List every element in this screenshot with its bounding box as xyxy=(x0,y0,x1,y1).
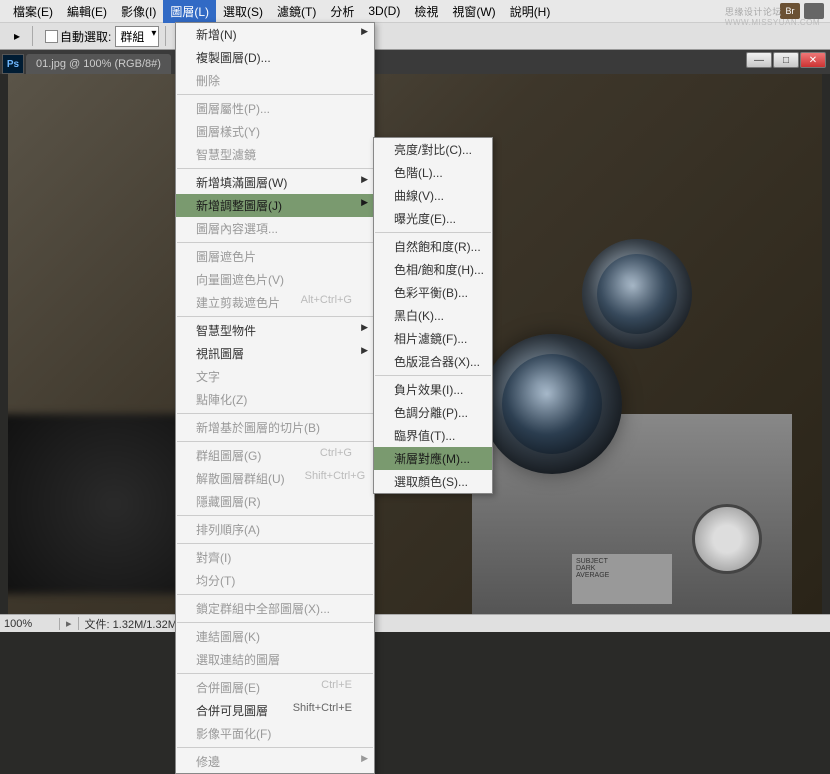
menu-edit[interactable]: 編輯(E) xyxy=(60,0,114,23)
menu-item[interactable]: 複製圖層(D)... xyxy=(176,46,374,69)
maximize-button[interactable]: □ xyxy=(773,52,799,68)
menu-item[interactable]: 曝光度(E)... xyxy=(374,207,492,230)
menu-item: 解散圖層群組(U)Shift+Ctrl+G xyxy=(176,467,374,490)
menu-item: 點陣化(Z) xyxy=(176,388,374,411)
menu-help[interactable]: 說明(H) xyxy=(503,0,558,23)
menu-window[interactable]: 視窗(W) xyxy=(445,0,502,23)
watermark: 思缘设计论坛 WWW.MISSYUAN.COM xyxy=(725,5,820,27)
auto-select-checkbox[interactable]: 自動選取: xyxy=(45,28,111,45)
document-tabbar: Ps 01.jpg @ 100% (RGB/8#) xyxy=(0,50,830,74)
auto-select-dropdown[interactable]: 群組 xyxy=(115,26,159,47)
menubar: 檔案(E) 編輯(E) 影像(I) 圖層(L) 選取(S) 濾鏡(T) 分析 3… xyxy=(0,0,830,22)
file-size-label: 文件: 1.32M/1.32M xyxy=(79,616,183,632)
menu-item: 影像平面化(F) xyxy=(176,722,374,745)
plate-line3: AVERAGE xyxy=(576,572,668,579)
menu-item: 均分(T) xyxy=(176,569,374,592)
menu-item: 圖層遮色片 xyxy=(176,245,374,268)
menu-item: 建立剪裁遮色片Alt+Ctrl+G xyxy=(176,291,374,314)
menu-item: 連結圖層(K) xyxy=(176,625,374,648)
plate-line2: DARK xyxy=(576,565,668,572)
zoom-field[interactable]: 100% xyxy=(0,618,60,630)
watermark-url: WWW.MISSYUAN.COM xyxy=(725,18,820,27)
status-icon[interactable]: ▸ xyxy=(60,617,79,630)
menu-3d[interactable]: 3D(D) xyxy=(361,1,407,21)
menu-item: 向量圖遮色片(V) xyxy=(176,268,374,291)
menu-item[interactable]: 色相/飽和度(H)... xyxy=(374,258,492,281)
menu-item: 群組圖層(G)Ctrl+G xyxy=(176,444,374,467)
menu-item[interactable]: 智慧型物件▶ xyxy=(176,319,374,342)
minimize-button[interactable]: — xyxy=(746,52,772,68)
menu-item: 鎖定群組中全部圖層(X)... xyxy=(176,597,374,620)
menu-item[interactable]: 相片濾鏡(F)... xyxy=(374,327,492,350)
menu-item[interactable]: 亮度/對比(C)... xyxy=(374,138,492,161)
statusbar: 100% ▸ 文件: 1.32M/1.32M ▸ xyxy=(0,614,830,632)
menu-item[interactable]: 新增(N)▶ xyxy=(176,23,374,46)
menu-select[interactable]: 選取(S) xyxy=(216,0,270,23)
options-toolbar: ▸ 自動選取: 群組 xyxy=(0,22,830,50)
menu-item[interactable]: 負片效果(I)... xyxy=(374,378,492,401)
menu-image[interactable]: 影像(I) xyxy=(114,0,163,23)
menu-analysis[interactable]: 分析 xyxy=(323,0,361,23)
menu-item: 智慧型濾鏡 xyxy=(176,143,374,166)
menu-item[interactable]: 曲線(V)... xyxy=(374,184,492,207)
adjustment-layer-submenu: 亮度/對比(C)...色階(L)...曲線(V)...曝光度(E)... 自然飽和… xyxy=(373,137,493,494)
ps-icon: Ps xyxy=(2,54,24,74)
menu-item[interactable]: 色調分離(P)... xyxy=(374,401,492,424)
menu-item: 修邊▶ xyxy=(176,750,374,773)
menu-item: 對齊(I) xyxy=(176,546,374,569)
watermark-text: 思缘设计论坛 xyxy=(725,7,782,17)
document-tab[interactable]: 01.jpg @ 100% (RGB/8#) xyxy=(26,54,171,74)
menu-item[interactable]: 色彩平衡(B)... xyxy=(374,281,492,304)
menu-file[interactable]: 檔案(E) xyxy=(6,0,60,23)
menu-item[interactable]: 黑白(K)... xyxy=(374,304,492,327)
menu-item: 圖層樣式(Y) xyxy=(176,120,374,143)
menu-view[interactable]: 檢視 xyxy=(407,0,445,23)
move-tool-icon[interactable]: ▸ xyxy=(8,27,26,45)
menu-item[interactable]: 視訊圖層▶ xyxy=(176,342,374,365)
menu-item[interactable]: 新增填滿圖層(W)▶ xyxy=(176,171,374,194)
menu-item: 文字 xyxy=(176,365,374,388)
menu-item[interactable]: 新增調整圖層(J)▶ xyxy=(176,194,374,217)
menu-item: 合併圖層(E)Ctrl+E xyxy=(176,676,374,699)
menu-item: 圖層屬性(P)... xyxy=(176,97,374,120)
layer-menu: 新增(N)▶複製圖層(D)...刪除圖層屬性(P)...圖層樣式(Y)智慧型濾鏡… xyxy=(175,22,375,774)
auto-select-label: 自動選取: xyxy=(60,28,111,45)
menu-item[interactable]: 色版混合器(X)... xyxy=(374,350,492,373)
menu-item: 排列順序(A) xyxy=(176,518,374,541)
menu-item[interactable]: 選取顏色(S)... xyxy=(374,470,492,493)
menu-item[interactable]: 漸層對應(M)... xyxy=(374,447,492,470)
menu-item: 隱藏圖層(R) xyxy=(176,490,374,513)
menu-filter[interactable]: 濾鏡(T) xyxy=(270,0,323,23)
menu-layer[interactable]: 圖層(L) xyxy=(163,0,216,23)
plate-line1: SUBJECT xyxy=(576,558,668,565)
window-controls: — □ ✕ xyxy=(746,52,826,68)
menu-item[interactable]: 色階(L)... xyxy=(374,161,492,184)
menu-item[interactable]: 臨界值(T)... xyxy=(374,424,492,447)
menu-item: 新增基於圖層的切片(B) xyxy=(176,416,374,439)
menu-item: 選取連結的圖層 xyxy=(176,648,374,671)
menu-item[interactable]: 自然飽和度(R)... xyxy=(374,235,492,258)
menu-item[interactable]: 合併可見圖層Shift+Ctrl+E xyxy=(176,699,374,722)
close-button[interactable]: ✕ xyxy=(800,52,826,68)
menu-item: 刪除 xyxy=(176,69,374,92)
menu-item: 圖層內容選項... xyxy=(176,217,374,240)
